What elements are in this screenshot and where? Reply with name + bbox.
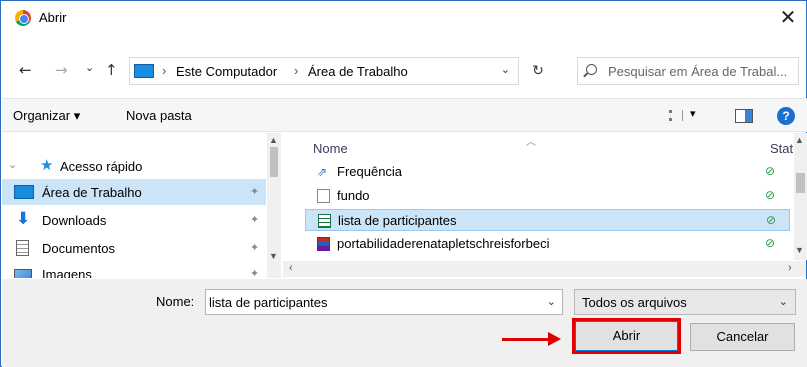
- chevron-down-icon: ⌄: [778, 296, 788, 308]
- file-name: lista de participantes: [338, 213, 457, 228]
- command-bar: Organizar ▾ Nova pasta ▾ ?: [2, 98, 807, 132]
- sidebar-item-downloads[interactable]: ⬇ Downloads ✦: [2, 207, 266, 233]
- chrome-icon: [15, 10, 31, 26]
- breadcrumb-area-de-trabalho[interactable]: Área de Trabalho: [308, 64, 408, 79]
- forward-arrow-icon[interactable]: →: [55, 61, 68, 79]
- file-row-portabilidade[interactable]: portabilidaderenatapletschreisforbeci ⊘: [305, 233, 790, 255]
- scroll-down-icon[interactable]: ▼: [795, 245, 804, 255]
- chevron-down-icon[interactable]: ⌄: [8, 158, 17, 171]
- search-icon: [586, 64, 597, 75]
- annotation-arrow-head: [548, 332, 561, 346]
- sort-ascending-icon: ︿: [526, 137, 536, 148]
- sidebar-item-label: Downloads: [42, 213, 107, 228]
- pin-icon: ✦: [250, 186, 260, 198]
- sync-status-icon: ⊘: [765, 188, 776, 202]
- pictures-icon: [14, 269, 32, 278]
- search-placeholder: Pesquisar em Área de Trabal...: [608, 64, 788, 79]
- document-file-icon: [317, 189, 330, 203]
- scroll-left-icon[interactable]: ‹: [289, 262, 293, 274]
- shortcut-file-icon: ⇗: [317, 165, 328, 179]
- dialog-title: Abrir: [39, 10, 67, 25]
- breadcrumb-este-computador[interactable]: Este Computador: [176, 64, 277, 79]
- sidebar-item-imagens[interactable]: Imagens ✦: [2, 261, 266, 278]
- file-list-horizontal-scrollbar[interactable]: ‹ ›: [283, 261, 806, 277]
- navigation-scrollbar[interactable]: ▲ ▼: [267, 133, 281, 278]
- spreadsheet-file-icon: [318, 214, 331, 228]
- address-bar[interactable]: › Este Computador › Área de Trabalho ⌄: [129, 57, 519, 85]
- pin-icon: ✦: [250, 242, 260, 254]
- file-type-value: Todos os arquivos: [582, 295, 687, 310]
- sidebar-item-label: Área de Trabalho: [42, 185, 142, 200]
- breadcrumb-separator: ›: [162, 63, 167, 78]
- sync-status-icon: ⊘: [765, 236, 776, 250]
- archive-file-icon: [317, 237, 330, 251]
- file-row-lista-de-participantes[interactable]: lista de participantes ⊘: [305, 209, 790, 231]
- scroll-thumb[interactable]: [796, 173, 805, 193]
- close-button[interactable]: ✕: [775, 5, 801, 29]
- computer-icon: [134, 64, 154, 78]
- filename-combobox[interactable]: ⌄: [205, 289, 563, 315]
- sidebar-item-label: Acesso rápido: [60, 159, 143, 174]
- up-arrow-icon[interactable]: ↑: [105, 61, 118, 79]
- navigation-pane: ⌄ ★ Acesso rápido Área de Trabalho ✦ ⬇ D…: [2, 133, 282, 278]
- desktop-icon: [14, 185, 34, 199]
- organize-button[interactable]: Organizar ▾: [13, 108, 80, 124]
- new-folder-button[interactable]: Nova pasta: [126, 108, 192, 123]
- file-list-vertical-scrollbar[interactable]: ▲ ▼: [794, 133, 807, 260]
- cancel-button[interactable]: Cancelar: [690, 323, 795, 351]
- dialog-footer: Nome: ⌄ Todos os arquivos ⌄ Abrir Cancel…: [2, 279, 807, 367]
- title-bar: Abrir ✕: [1, 1, 806, 35]
- scroll-thumb[interactable]: [270, 147, 278, 177]
- scroll-right-icon[interactable]: ›: [788, 262, 792, 274]
- sidebar-item-label: Imagens: [42, 267, 92, 278]
- sidebar-item-area-de-trabalho[interactable]: Área de Trabalho ✦: [2, 179, 266, 205]
- sync-status-icon: ⊘: [766, 213, 777, 227]
- help-icon[interactable]: ?: [777, 107, 795, 125]
- breadcrumb-separator: ›: [294, 63, 299, 78]
- file-name: fundo: [337, 188, 370, 203]
- scroll-up-icon[interactable]: ▲: [269, 135, 278, 145]
- open-button[interactable]: Abrir: [572, 318, 681, 354]
- file-row-fundo[interactable]: fundo ⊘: [305, 185, 790, 207]
- chevron-down-icon[interactable]: ⌄: [547, 295, 556, 308]
- scroll-up-icon[interactable]: ▲: [795, 135, 804, 145]
- pin-icon: ✦: [250, 214, 260, 226]
- sidebar-item-documentos[interactable]: Documentos ✦: [2, 235, 266, 261]
- sidebar-item-acesso-rapido[interactable]: ⌄ ★ Acesso rápido: [2, 153, 266, 179]
- sync-status-icon: ⊘: [765, 164, 776, 178]
- document-icon: [16, 240, 29, 256]
- filename-input[interactable]: [209, 293, 529, 311]
- file-row-frequencia[interactable]: ⇗ Frequência ⊘: [305, 161, 790, 183]
- recent-locations-icon[interactable]: ⌄: [85, 61, 94, 74]
- refresh-icon[interactable]: ↻: [521, 57, 555, 85]
- scroll-down-icon[interactable]: ▼: [269, 251, 278, 261]
- chevron-down-icon[interactable]: ⌄: [501, 63, 510, 76]
- column-header-status[interactable]: Stat: [770, 141, 793, 156]
- open-file-dialog: Abrir ✕ ← → ⌄ ↑ › Este Computador › Área…: [0, 0, 807, 367]
- view-options-icon[interactable]: [669, 110, 683, 121]
- annotation-arrow: [502, 338, 550, 341]
- file-list: ︿ Nome Stat ⇗ Frequência ⊘ fundo ⊘ lista…: [291, 133, 796, 260]
- file-name: portabilidaderenatapletschreisforbeci: [337, 236, 550, 251]
- back-arrow-icon[interactable]: ←: [19, 61, 32, 79]
- pin-icon: ✦: [250, 268, 260, 278]
- download-icon: ⬇: [16, 209, 31, 228]
- search-box[interactable]: Pesquisar em Área de Trabal...: [577, 57, 799, 85]
- column-header-name[interactable]: Nome: [313, 141, 348, 156]
- sidebar-item-label: Documentos: [42, 241, 115, 256]
- preview-pane-icon[interactable]: [735, 109, 753, 123]
- filename-label: Nome:: [156, 294, 195, 309]
- file-type-select[interactable]: Todos os arquivos ⌄: [574, 289, 796, 315]
- file-name: Frequência: [337, 164, 403, 179]
- star-icon: ★: [40, 157, 54, 174]
- chevron-down-icon[interactable]: ▾: [690, 107, 696, 120]
